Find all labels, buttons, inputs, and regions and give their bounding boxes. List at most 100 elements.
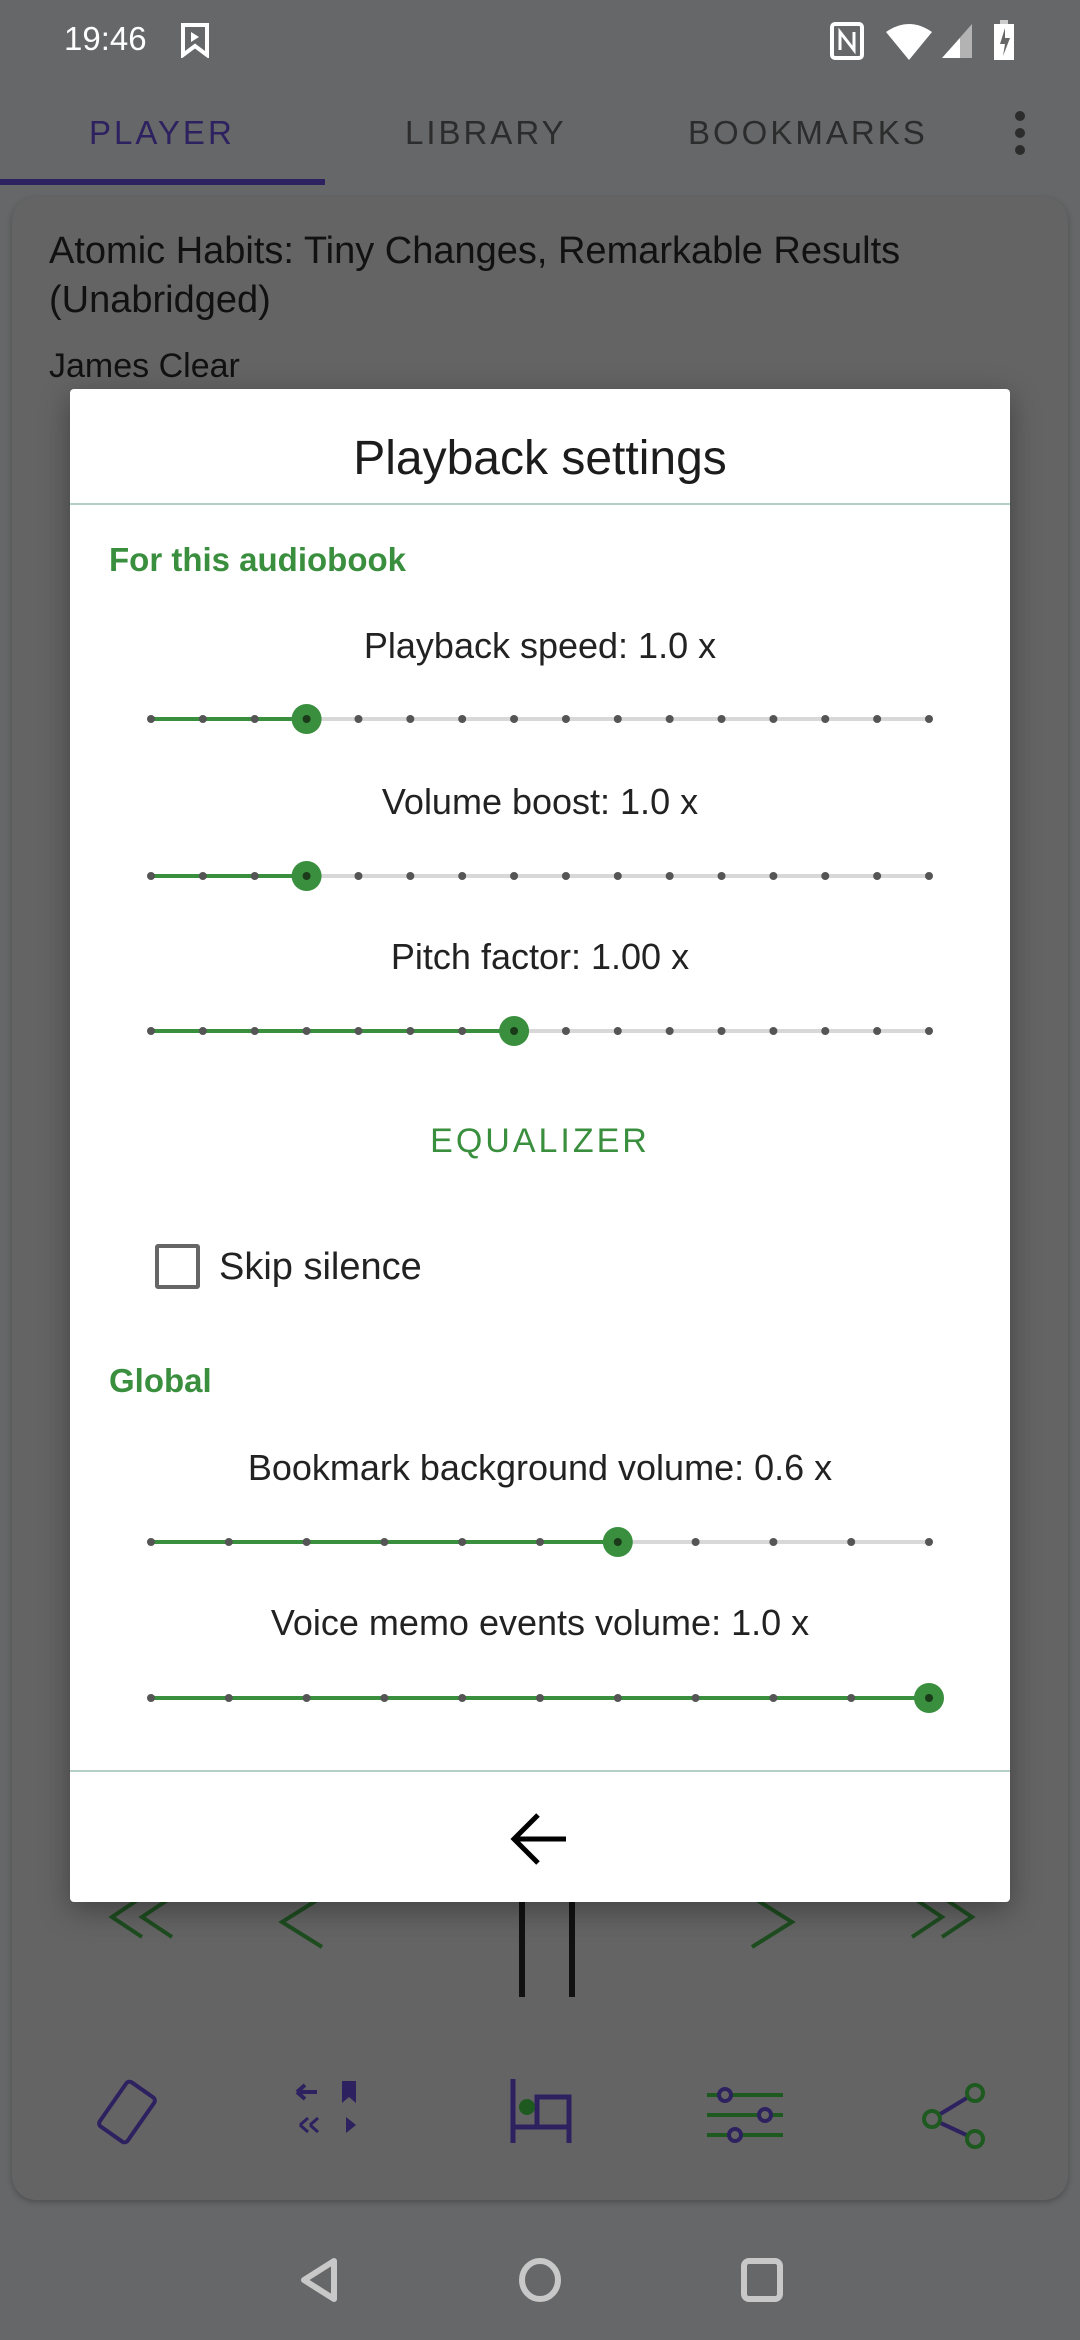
slider-tick [198, 715, 207, 723]
slider-tick [536, 1694, 544, 1702]
slider-tick [147, 1027, 155, 1035]
skip-silence-checkbox[interactable] [155, 1244, 200, 1289]
slider-tick [561, 872, 570, 880]
slider-tick [380, 1538, 389, 1546]
pitch-factor-slider[interactable] [70, 1011, 1010, 1051]
nav-recents-icon[interactable] [740, 2257, 784, 2303]
nav-back-icon[interactable] [298, 2257, 340, 2303]
nfc-icon [830, 22, 864, 60]
slider-tick [613, 1694, 622, 1702]
skip-silence-label: Skip silence [219, 1246, 422, 1288]
slider-tick [458, 715, 467, 723]
slider-tick [717, 1027, 726, 1035]
screen-rotation-icon[interactable] [92, 2077, 162, 2147]
playback-settings-dialog: Playback settings For this audiobook Pla… [70, 389, 1010, 1902]
slider-tick [821, 872, 830, 880]
active-tab-indicator [0, 179, 325, 185]
pause-icon [519, 1887, 575, 1997]
slider-tick [691, 1694, 700, 1702]
slider-tick [769, 872, 778, 880]
bookmark-volume-label: Bookmark background volume: 0.6 x [247, 1447, 833, 1488]
tab-bookmarks[interactable]: BOOKMARKS [688, 114, 928, 152]
book-author: James Clear [49, 347, 240, 385]
slider-tick [717, 872, 726, 880]
slider-tick [224, 1538, 233, 1546]
tab-library[interactable]: LIBRARY [405, 114, 567, 152]
pitch-factor-label: Pitch factor: 1.00 x [390, 936, 690, 977]
rewind-long-icon [108, 1895, 174, 1939]
slider-tick [406, 1027, 415, 1035]
voice-memo-volume-slider[interactable] [70, 1678, 1010, 1718]
volume-boost-slider[interactable] [70, 856, 1010, 896]
slider-tick [354, 1027, 363, 1035]
slider-thumb-dot [302, 715, 311, 723]
playback-controls [108, 1887, 976, 1997]
playback-speed-slider[interactable] [70, 699, 1010, 739]
slider-tick [665, 872, 674, 880]
slider-tick [665, 1027, 674, 1035]
slider-tick [458, 1027, 467, 1035]
slider-tick [302, 1694, 311, 1702]
slider-tick [769, 715, 778, 723]
forward-long-icon [910, 1895, 976, 1939]
clock: 19:46 [64, 20, 147, 57]
arrow-left-icon [510, 1813, 566, 1865]
slider-thumb-dot [510, 1027, 519, 1035]
tab-player[interactable]: PLAYER [89, 114, 235, 152]
slider-tick [250, 872, 259, 880]
slider-tick [250, 1027, 259, 1035]
slider-thumb-dot [613, 1538, 622, 1546]
bookmark-play-icon [181, 23, 209, 58]
slider-tick [691, 1538, 700, 1546]
volume-boost-label: Volume boost: 1.0 x [381, 781, 699, 822]
back-button[interactable] [510, 1811, 570, 1867]
slider-tick [613, 715, 622, 723]
slider-tick [147, 1538, 155, 1546]
playback-speed-label: Playback speed: 1.0 x [363, 625, 717, 666]
system-nav-bar [0, 2215, 1080, 2340]
slider-tick [847, 1538, 856, 1546]
slider-tick [380, 1694, 389, 1702]
slider-tick [665, 715, 674, 723]
slider-tick [613, 872, 622, 880]
share-icon[interactable] [920, 2081, 990, 2151]
slider-tick [458, 1538, 467, 1546]
slider-tick [250, 715, 259, 723]
slider-tick [925, 715, 933, 723]
slider-tick [717, 715, 726, 723]
slider-tick [458, 1694, 467, 1702]
wifi-icon [886, 24, 932, 60]
slider-tick [198, 1027, 207, 1035]
slider-tick [925, 1027, 933, 1035]
section-header-audiobook: For this audiobook [109, 541, 406, 578]
nav-home-icon[interactable] [518, 2257, 562, 2303]
dialog-title: Playback settings [353, 432, 727, 485]
signal-icon [942, 24, 972, 58]
bookmark-volume-slider[interactable] [70, 1522, 1010, 1562]
divider [70, 503, 1010, 505]
slider-thumb-dot [302, 872, 311, 880]
slider-tick [821, 1027, 830, 1035]
slider-tick [354, 715, 363, 723]
slider-tick [769, 1694, 778, 1702]
forward-icon [750, 1895, 796, 1949]
slider-tick [406, 872, 415, 880]
slider-tick [873, 872, 882, 880]
slider-tick [536, 1538, 544, 1546]
sleep-timer-icon[interactable] [507, 2077, 577, 2147]
rewind-icon [278, 1895, 324, 1949]
slider-tick [925, 1538, 933, 1546]
slider-tick [458, 872, 467, 880]
more-options-icon[interactable] [1010, 108, 1030, 158]
tab-bar: PLAYER LIBRARY BOOKMARKS [0, 100, 1080, 186]
slider-tick [769, 1538, 778, 1546]
equalizer-button[interactable]: EQUALIZER [70, 1122, 1010, 1161]
status-bar: 19:46 [0, 0, 1080, 80]
divider [70, 1770, 1010, 1772]
slider-tick [613, 1027, 622, 1035]
slider-tick [224, 1694, 233, 1702]
settings-sliders-icon[interactable] [705, 2085, 785, 2149]
slider-tick [561, 715, 570, 723]
slider-tick [406, 715, 415, 723]
bookmark-jump-icon[interactable] [292, 2077, 372, 2147]
